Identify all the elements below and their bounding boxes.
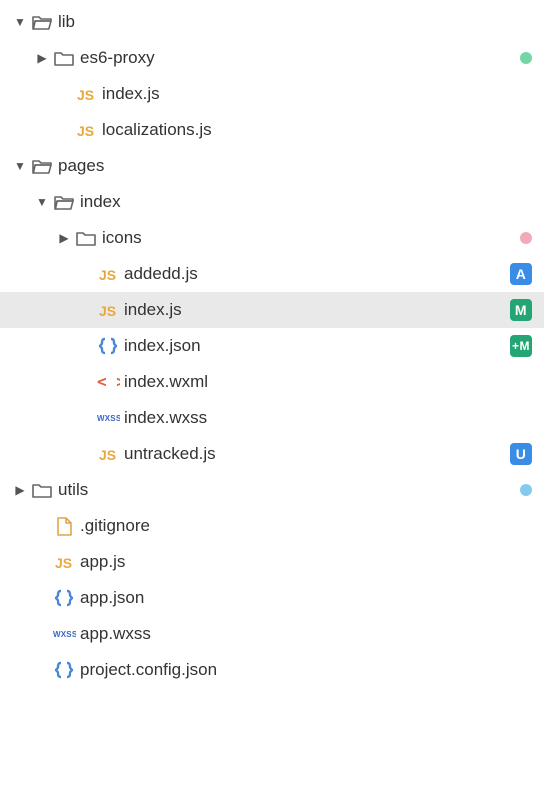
file-tree: ▼ lib ▶ es6-proxy index.js localizations.js ▼ p… <box>0 0 544 688</box>
tree-row[interactable]: untracked.jsU <box>0 436 544 472</box>
json-file-icon <box>50 587 78 609</box>
vcs-status-badge: U <box>510 443 532 465</box>
tree-item-label: pages <box>56 156 532 176</box>
tree-row[interactable]: localizations.js <box>0 112 544 148</box>
wxss-file-icon <box>94 407 122 429</box>
tree-item-label: untracked.js <box>122 444 510 464</box>
tree-row[interactable]: ▼ lib <box>0 4 544 40</box>
status-dot <box>520 232 532 244</box>
tree-item-label: localizations.js <box>100 120 532 140</box>
folder-closed-icon <box>50 47 78 69</box>
tree-row[interactable]: app.json <box>0 580 544 616</box>
status-dot <box>520 484 532 496</box>
status-dot <box>520 52 532 64</box>
json-file-icon <box>50 659 78 681</box>
tree-item-label: index.json <box>122 336 510 356</box>
tree-row[interactable]: index.wxss <box>0 400 544 436</box>
tree-item-label: app.js <box>78 552 532 572</box>
disclosure-arrow-expanded-icon[interactable]: ▼ <box>34 195 50 209</box>
tree-row[interactable]: .gitignore <box>0 508 544 544</box>
tree-row[interactable]: index.jsM <box>0 292 544 328</box>
vcs-status-badge: A <box>510 263 532 285</box>
tree-row[interactable]: index.js <box>0 76 544 112</box>
vcs-status-badge: M <box>510 299 532 321</box>
tree-item-label: icons <box>100 228 520 248</box>
tree-row[interactable]: app.wxss <box>0 616 544 652</box>
file-icon <box>50 515 78 537</box>
js-file-icon <box>72 119 100 141</box>
tree-row[interactable]: ▼ index <box>0 184 544 220</box>
disclosure-arrow-collapsed-icon[interactable]: ▶ <box>56 231 72 245</box>
js-file-icon <box>94 443 122 465</box>
tree-item-label: addedd.js <box>122 264 510 284</box>
disclosure-arrow-expanded-icon[interactable]: ▼ <box>12 159 28 173</box>
tree-row[interactable]: ▶ es6-proxy <box>0 40 544 76</box>
tree-item-label: index.js <box>100 84 532 104</box>
wxml-file-icon <box>94 371 122 393</box>
tree-item-label: es6-proxy <box>78 48 520 68</box>
tree-row[interactable]: addedd.jsA <box>0 256 544 292</box>
tree-item-label: index.js <box>122 300 510 320</box>
disclosure-arrow-collapsed-icon[interactable]: ▶ <box>34 51 50 65</box>
tree-item-label: lib <box>56 12 532 32</box>
disclosure-arrow-collapsed-icon[interactable]: ▶ <box>12 483 28 497</box>
tree-row[interactable]: ▼ pages <box>0 148 544 184</box>
tree-item-label: index.wxml <box>122 372 532 392</box>
tree-item-label: index.wxss <box>122 408 532 428</box>
js-file-icon <box>94 263 122 285</box>
folder-closed-icon <box>72 227 100 249</box>
tree-item-label: app.json <box>78 588 532 608</box>
folder-closed-icon <box>28 479 56 501</box>
vcs-status-badge: +M <box>510 335 532 357</box>
tree-row[interactable]: app.js <box>0 544 544 580</box>
js-file-icon <box>50 551 78 573</box>
json-file-icon <box>94 335 122 357</box>
tree-row[interactable]: ▶ icons <box>0 220 544 256</box>
tree-item-label: project.config.json <box>78 660 532 680</box>
js-file-icon <box>72 83 100 105</box>
tree-row[interactable]: project.config.json <box>0 652 544 688</box>
tree-row[interactable]: index.json+M <box>0 328 544 364</box>
disclosure-arrow-expanded-icon[interactable]: ▼ <box>12 15 28 29</box>
tree-row[interactable]: ▶ utils <box>0 472 544 508</box>
tree-item-label: index <box>78 192 532 212</box>
tree-row[interactable]: index.wxml <box>0 364 544 400</box>
tree-item-label: app.wxss <box>78 624 532 644</box>
tree-item-label: utils <box>56 480 520 500</box>
js-file-icon <box>94 299 122 321</box>
tree-item-label: .gitignore <box>78 516 532 536</box>
folder-open-icon <box>50 191 78 213</box>
folder-open-icon <box>28 11 56 33</box>
folder-open-icon <box>28 155 56 177</box>
wxss-file-icon <box>50 623 78 645</box>
